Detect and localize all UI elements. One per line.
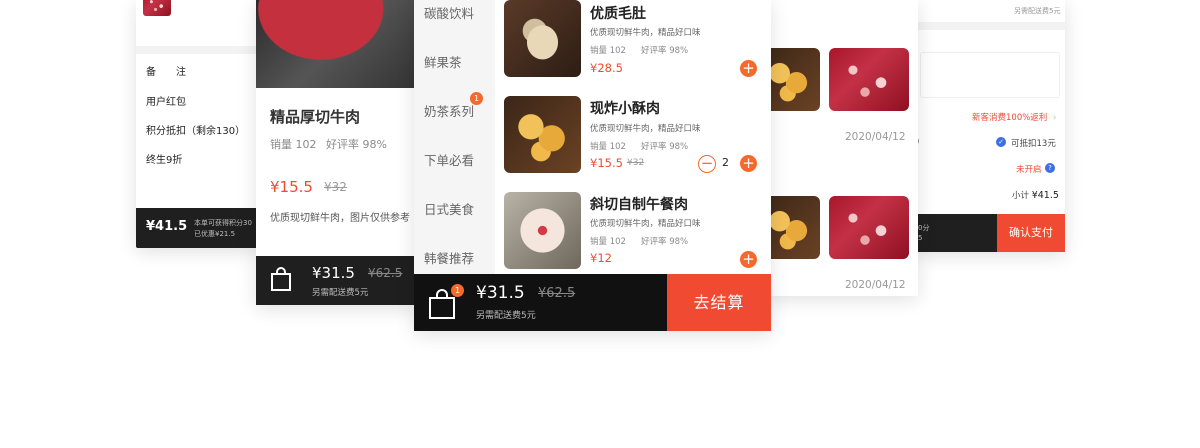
category-milk-tea[interactable]: 奶茶系列 bbox=[414, 87, 505, 136]
item-image[interactable] bbox=[504, 0, 581, 77]
lifetime-discount-row: 终生9折 bbox=[146, 155, 183, 166]
cart-bar: ¥31.5 ¥62.5 另需配送费5元 bbox=[256, 256, 418, 305]
item-quantity: 2 bbox=[722, 156, 729, 169]
product-rating: 好评率 98% bbox=[326, 138, 387, 151]
item-name: 斜切自制午餐肉 bbox=[590, 197, 688, 213]
category-japanese[interactable]: 日式美食 bbox=[414, 185, 505, 234]
item-name: 现炸小酥肉 bbox=[590, 101, 660, 117]
subtotal-label: 小计 bbox=[1012, 191, 1030, 201]
delivery-fee: 另需配送费5元 bbox=[476, 311, 536, 321]
not-enabled-text: 未开启 bbox=[1016, 165, 1042, 175]
total-price: ¥41.5 bbox=[146, 219, 188, 234]
discount-note: 已优惠¥21.5 bbox=[194, 230, 236, 238]
check-circle-icon[interactable]: ✓ bbox=[996, 137, 1006, 147]
cart-total: ¥31.5 bbox=[476, 283, 525, 303]
payment-footer: 0分 5 确认支付 bbox=[914, 214, 1065, 252]
subtotal-value: ¥41.5 bbox=[1031, 190, 1059, 201]
cart-count-badge: 1 bbox=[451, 284, 464, 297]
product-hero-image bbox=[256, 0, 418, 88]
footer-note-2: 5 bbox=[918, 234, 923, 242]
summary-footer: ¥41.5 本单可获得积分30 已优惠¥21.5 bbox=[136, 208, 260, 248]
category-sidebar: 碳酸饮料 鲜果茶 奶茶系列 1 下单必看 日式美食 韩餐推荐 bbox=[414, 0, 495, 274]
add-item-button[interactable]: + bbox=[740, 251, 757, 268]
product-title: 精品厚切牛肉 bbox=[270, 108, 361, 126]
deduct-amount: 可抵扣13元 bbox=[1011, 139, 1056, 149]
food-photo[interactable] bbox=[766, 196, 820, 259]
cart-old-total: ¥62.5 bbox=[538, 286, 576, 301]
item-rating: 好评率 98% bbox=[641, 46, 689, 56]
subtotal: 小计 ¥41.5 bbox=[1012, 189, 1059, 201]
item-desc: 优质现切鲜牛肉，精品好口味 bbox=[590, 219, 701, 229]
item-old-price: ¥32 bbox=[627, 158, 645, 168]
product-price: ¥15.5 bbox=[270, 178, 313, 196]
red-packet-row[interactable]: 用户红包 bbox=[146, 93, 186, 108]
item-sales: 销量 102 bbox=[590, 142, 626, 152]
menu-card: 碳酸饮料 鲜果茶 奶茶系列 1 下单必看 日式美食 韩餐推荐 优质毛肚 优质现切… bbox=[414, 0, 771, 331]
order-date: 2020/04/12 bbox=[845, 279, 906, 291]
food-photo[interactable] bbox=[829, 48, 909, 111]
item-image[interactable] bbox=[504, 96, 581, 173]
category-badge: 1 bbox=[470, 92, 483, 105]
footer-note-1: 0分 bbox=[918, 224, 930, 232]
checkout-button[interactable]: 去结算 bbox=[667, 274, 771, 331]
category-carbonated[interactable]: 碳酸饮料 bbox=[414, 0, 505, 38]
order-date: 2020/04/12 bbox=[845, 131, 906, 143]
order-history-card: 2020/04/12 2020/04/12 bbox=[766, 0, 918, 296]
points-earn-note: 本单可获得积分30 bbox=[194, 219, 252, 227]
item-rating: 好评率 98% bbox=[641, 237, 689, 247]
promo-row[interactable]: 新客消费100%返利 › bbox=[972, 111, 1056, 123]
remove-item-button[interactable]: − bbox=[698, 155, 716, 173]
add-item-button[interactable]: + bbox=[740, 60, 757, 77]
promo-text: 新客消费100%返利 bbox=[972, 113, 1048, 123]
product-old-price: ¥32 bbox=[324, 180, 347, 194]
item-price: ¥12 bbox=[590, 251, 612, 265]
product-description: 优质现切鲜牛肉，图片仅供参考 bbox=[270, 213, 410, 224]
points-deduct-row[interactable]: 积分抵扣（剩余130） bbox=[146, 122, 245, 137]
item-name: 优质毛肚 bbox=[590, 6, 646, 22]
chevron-right-icon: › bbox=[1053, 113, 1057, 123]
delivery-fee: 另需配送费5元 bbox=[312, 288, 369, 298]
cart-old-total: ¥62.5 bbox=[368, 266, 403, 280]
food-thumbnail bbox=[143, 0, 171, 16]
item-rating: 好评率 98% bbox=[641, 142, 689, 152]
shopping-bag-icon[interactable] bbox=[270, 266, 292, 291]
item-sales: 销量 102 bbox=[590, 237, 626, 247]
item-desc: 优质现切鲜牛肉，精品好口味 bbox=[590, 124, 701, 134]
divider bbox=[914, 22, 1065, 30]
remark-row[interactable]: 备 注 bbox=[146, 63, 186, 78]
order-summary-card: 备 注 用户红包 积分抵扣（剩余130） 终生9折 ¥41.5 本单可获得积分3… bbox=[136, 0, 260, 248]
payment-card: 另需配送费5元 新客消费100%返利 › ) ✓ 可抵扣13元 未开启 ? 小计… bbox=[914, 0, 1065, 252]
help-icon[interactable]: ? bbox=[1045, 163, 1055, 173]
divider bbox=[136, 46, 260, 54]
food-photo[interactable] bbox=[766, 48, 820, 111]
food-photo[interactable] bbox=[829, 196, 909, 259]
category-must-see[interactable]: 下单必看 bbox=[414, 136, 505, 185]
cart-total: ¥31.5 bbox=[312, 264, 355, 282]
confirm-pay-button[interactable]: 确认支付 bbox=[997, 214, 1065, 252]
product-sales: 销量 102 bbox=[270, 138, 317, 151]
product-detail-card: 精品厚切牛肉 销量 102 好评率 98% ¥15.5 ¥32 优质现切鲜牛肉，… bbox=[256, 0, 418, 305]
add-item-button[interactable]: + bbox=[740, 155, 757, 172]
item-sales: 销量 102 bbox=[590, 46, 626, 56]
delivery-fee-note: 另需配送费5元 bbox=[1014, 7, 1061, 15]
remark-input[interactable] bbox=[920, 52, 1060, 98]
item-image[interactable] bbox=[504, 192, 581, 269]
item-price: ¥15.5 bbox=[590, 156, 623, 170]
checkout-bar: 1 ¥31.5 ¥62.5 另需配送费5元 去结算 bbox=[414, 274, 771, 331]
item-desc: 优质现切鲜牛肉，精品好口味 bbox=[590, 28, 701, 38]
category-fruit-tea[interactable]: 鲜果茶 bbox=[414, 38, 505, 87]
item-price: ¥28.5 bbox=[590, 61, 623, 75]
